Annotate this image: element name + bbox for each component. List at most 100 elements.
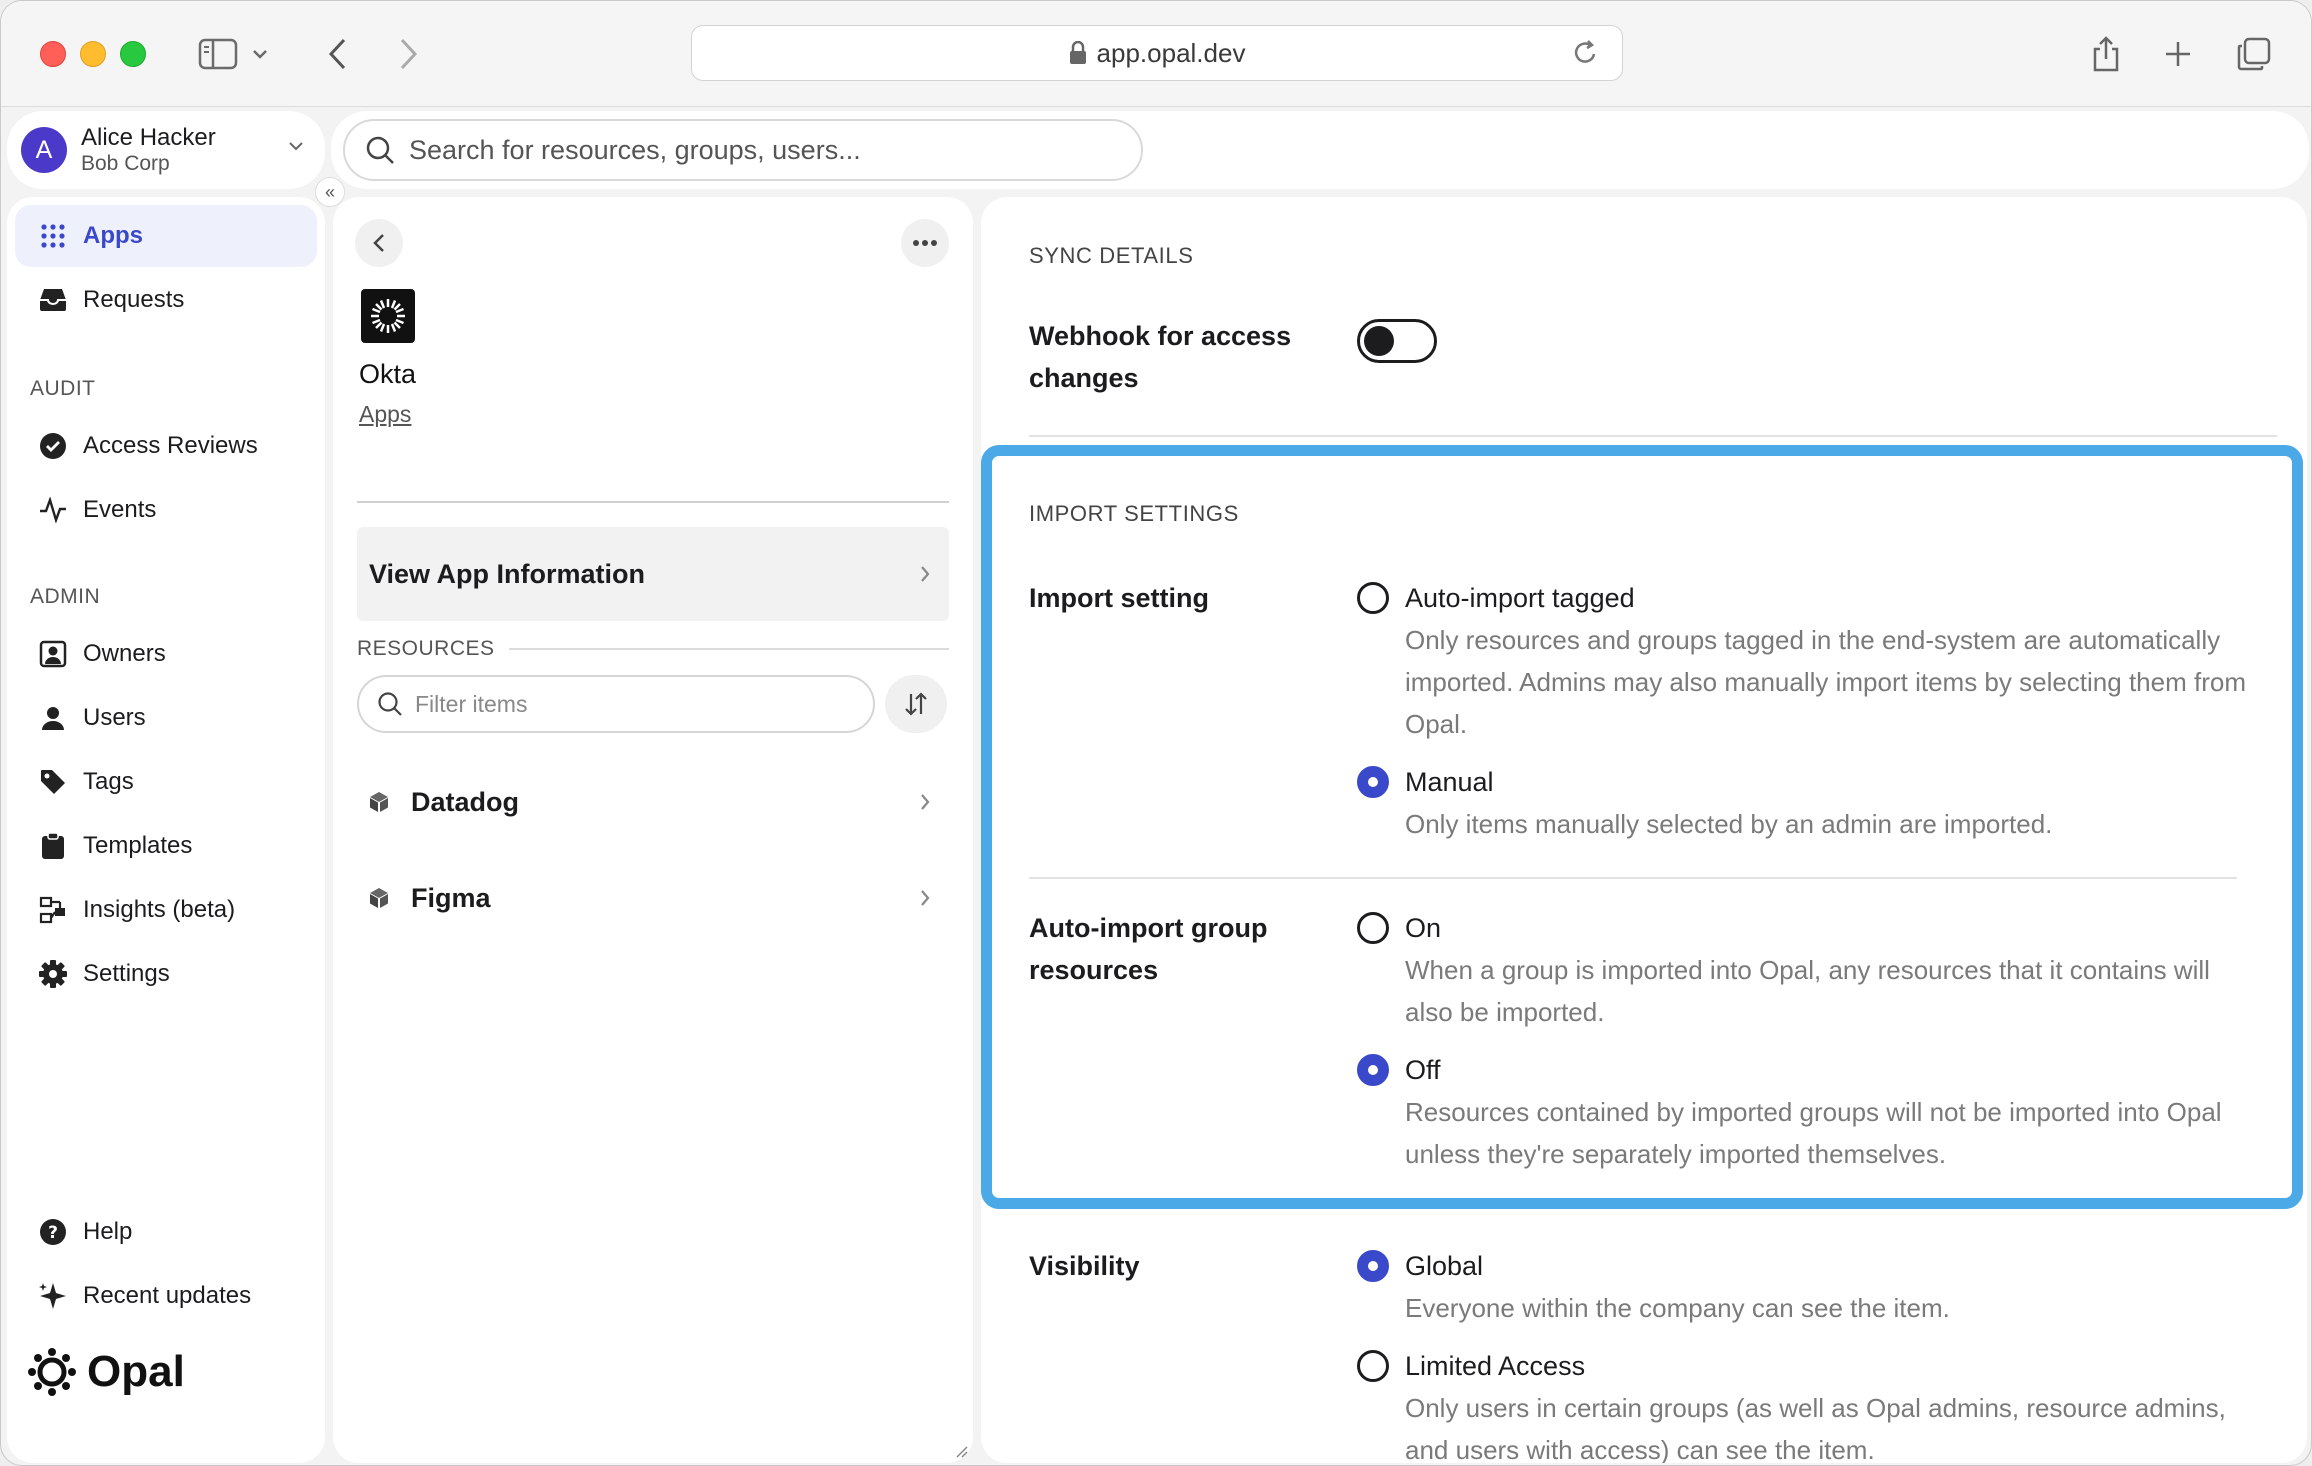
import-settings-title: IMPORT SETTINGS [1029,501,1239,526]
sidebar-item-recent-updates[interactable]: Recent updates [15,1265,317,1327]
back-arrow-icon[interactable] [313,29,363,79]
app-detail-panel: Okta Apps View App Information RESOURCES… [333,197,973,1463]
chevron-right-icon [919,888,931,908]
option-visibility-global[interactable]: Global Everyone within the company can s… [1357,1245,2257,1329]
admin-section-title: ADMIN [30,585,101,608]
sidebar-item-owners[interactable]: Owners [15,623,317,685]
search-icon [377,691,403,717]
gear-icon [37,958,69,990]
search-placeholder: Search for resources, groups, users... [409,134,861,165]
view-app-information-label: View App Information [369,558,646,589]
chevron-down-icon[interactable] [245,29,275,79]
svg-text:?: ? [48,1223,58,1243]
address-bar[interactable]: app.opal.dev [691,25,1623,81]
visibility-label: Visibility [1029,1251,1140,1281]
okta-logo-icon [361,289,415,343]
radio-visibility-limited[interactable] [1357,1350,1389,1382]
reload-icon[interactable] [1572,38,1600,75]
sidebar-item-tags[interactable]: Tags [15,751,317,813]
option-description: Only items manually selected by an admin… [1405,809,2053,839]
sidebar-item-templates[interactable]: Templates [15,815,317,877]
zoom-window-button[interactable] [120,41,146,67]
avatar: A [21,127,67,173]
url-text: app.opal.dev [1096,37,1246,68]
sidebar-item-users[interactable]: Users [15,687,317,749]
sidebar: Apps Requests AUDIT Access Reviews Event… [7,197,325,1463]
filter-placeholder: Filter items [415,690,528,717]
minimize-window-button[interactable] [80,41,106,67]
option-title: On [1405,913,1442,943]
browser-window: app.opal.dev A Alice Hacker Bob Corp Sea… [0,0,2312,1466]
sidebar-item-label: Owners [83,640,166,667]
account-name: Alice Hacker [81,124,216,152]
breadcrumb-apps-link[interactable]: Apps [359,401,411,428]
radio-manual[interactable] [1357,766,1389,798]
audit-section-title: AUDIT [30,377,96,400]
sidebar-item-access-reviews[interactable]: Access Reviews [15,415,317,477]
option-group-on[interactable]: On When a group is imported into Opal, a… [1357,907,2257,1033]
sidebar-item-label: Help [83,1218,133,1245]
radio-group-on[interactable] [1357,912,1389,944]
global-search-input[interactable]: Search for resources, groups, users... [343,119,1143,181]
forward-arrow-icon[interactable] [383,29,433,79]
cube-icon [367,886,391,910]
sparkle-icon [37,1280,69,1312]
brand-name: Opal [87,1347,185,1396]
grid-icon [37,220,69,252]
sidebar-item-apps[interactable]: Apps [15,205,317,267]
collapse-sidebar-button[interactable]: « [315,177,345,207]
sidebar-item-events[interactable]: Events [15,479,317,541]
option-description: Only users in certain groups (as well as… [1405,1393,2226,1463]
radio-auto-import-tagged[interactable] [1357,582,1389,614]
filter-items-input[interactable]: Filter items [357,675,875,733]
option-auto-import-tagged[interactable]: Auto-import tagged Only resources and gr… [1357,577,2257,745]
sidebar-item-label: Events [83,496,157,523]
webhook-toggle[interactable] [1357,319,1437,363]
chevron-right-icon [919,792,931,812]
account-switcher[interactable]: A Alice Hacker Bob Corp [7,111,325,189]
cube-icon [367,790,391,814]
import-setting-label: Import setting [1029,583,1209,613]
check-circle-icon [37,430,69,462]
more-options-button[interactable] [901,219,949,267]
help-circle-icon: ? [37,1216,69,1248]
option-manual[interactable]: Manual Only items manually selected by a… [1357,761,2257,845]
resize-handle-icon[interactable] [953,1443,969,1459]
radio-visibility-global[interactable] [1357,1250,1389,1282]
sidebar-item-label: Templates [83,832,193,859]
resource-name: Figma [411,882,491,913]
resource-item-datadog[interactable]: Datadog [357,767,949,837]
new-tab-plus-icon[interactable] [2153,29,2203,79]
share-icon[interactable] [2081,29,2131,79]
sidebar-item-label: Insights (beta) [83,896,236,923]
resource-item-figma[interactable]: Figma [357,863,949,933]
settings-panel: SYNC DETAILS Webhook for access changes … [981,197,2307,1463]
option-description: Everyone within the company can see the … [1405,1293,1950,1323]
sidebar-item-settings[interactable]: Settings [15,943,317,1005]
tab-overview-icon[interactable] [2229,29,2279,79]
sort-button[interactable] [885,675,947,733]
sidebar-toggle-icon[interactable] [193,29,243,79]
option-visibility-limited[interactable]: Limited Access Only users in certain gro… [1357,1345,2257,1463]
sidebar-item-label: Requests [83,286,185,313]
radio-group-off[interactable] [1357,1054,1389,1086]
sidebar-item-insights[interactable]: Insights (beta) [15,879,317,941]
back-button[interactable] [355,219,403,267]
option-title: Manual [1405,767,1494,797]
sidebar-item-help[interactable]: ? Help [15,1201,317,1263]
sidebar-item-requests[interactable]: Requests [15,269,317,331]
clipboard-icon [37,830,69,862]
inbox-icon [37,284,69,316]
account-org: Bob Corp [81,151,170,175]
option-title: Off [1405,1055,1441,1085]
close-window-button[interactable] [40,41,66,67]
option-title: Auto-import tagged [1405,583,1635,613]
chevron-right-icon [919,564,931,584]
view-app-information-button[interactable]: View App Information [357,527,949,621]
option-group-off[interactable]: Off Resources contained by imported grou… [1357,1049,2257,1175]
activity-icon [37,494,69,526]
auto-import-group-label: Auto-import group resources [1029,913,1268,985]
browser-toolbar: app.opal.dev [1,1,2311,107]
divider [1029,435,2277,437]
option-title: Global [1405,1251,1484,1281]
